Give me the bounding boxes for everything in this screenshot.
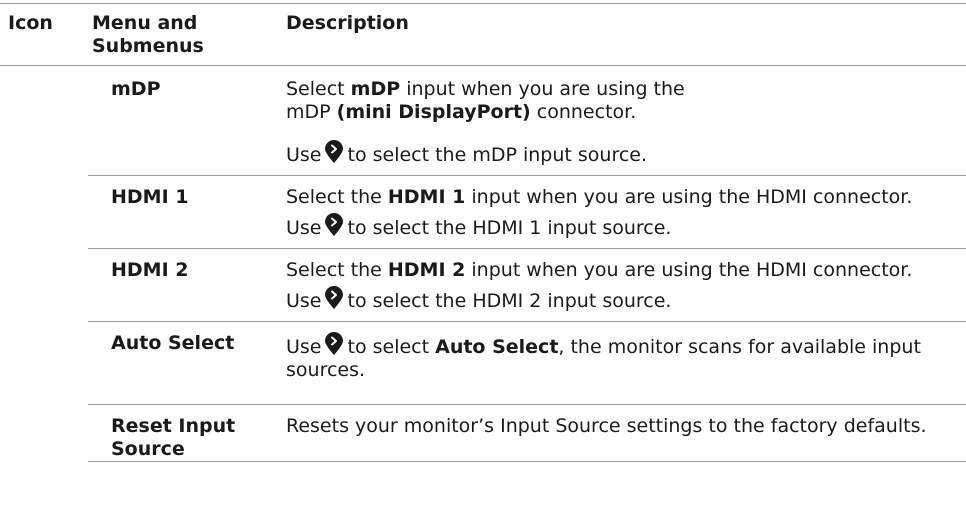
row-reset-input-source: Reset Input Source Resets your monitor’s… — [0, 404, 966, 462]
menu-table: Icon Menu and Submenus Description mDP S… — [0, 4, 966, 462]
submenu-name: HDMI 1 — [88, 175, 281, 249]
submenu-name: Reset Input Source — [88, 404, 281, 462]
submenu-name: HDMI 2 — [88, 248, 281, 322]
description-cell: Select mDP input when you are using the … — [281, 65, 966, 176]
icon-cell — [0, 322, 88, 405]
row-auto-select: Auto Select Use to select Auto Select, th… — [0, 321, 966, 405]
usage-text: Use to select Auto Select, the monitor sc… — [286, 332, 956, 382]
usage-text: Use to select the HDMI 1 input source. — [286, 213, 956, 240]
header-icon: Icon — [0, 4, 88, 66]
header-row: Icon Menu and Submenus Description — [0, 4, 966, 66]
header-menu: Menu and Submenus — [88, 4, 281, 66]
select-button-icon — [324, 213, 343, 236]
description-cell: Use to select Auto Select, the monitor sc… — [281, 321, 966, 405]
submenu-name: Auto Select — [88, 321, 281, 405]
icon-cell — [0, 176, 88, 249]
description-text: Resets your monitor’s Input Source setti… — [286, 415, 927, 437]
row-mdp: mDP Select mDP input when you are using … — [0, 65, 966, 176]
description-cell: Select the HDMI 1 input when you are usi… — [281, 175, 966, 249]
icon-cell — [0, 405, 88, 462]
header-description: Description — [281, 4, 966, 66]
description-cell: Resets your monitor’s Input Source setti… — [281, 404, 966, 462]
icon-cell — [0, 249, 88, 322]
submenu-name: mDP — [88, 65, 281, 176]
select-button-icon — [324, 140, 343, 163]
usage-text: Use to select the HDMI 2 input source. — [286, 286, 956, 313]
select-button-icon — [324, 332, 343, 355]
description-text: Select mDP input when you are using the … — [286, 78, 685, 123]
manual-page: Icon Menu and Submenus Description mDP S… — [0, 0, 966, 513]
description-text: Select the HDMI 1 input when you are usi… — [286, 186, 913, 208]
description-cell: Select the HDMI 2 input when you are usi… — [281, 248, 966, 322]
icon-cell — [0, 66, 88, 176]
description-text: Select the HDMI 2 input when you are usi… — [286, 259, 913, 281]
select-button-icon — [324, 286, 343, 309]
usage-text: Use to select the mDP input source. — [286, 140, 956, 167]
row-hdmi-1: HDMI 1 Select the HDMI 1 input when you … — [0, 175, 966, 249]
row-hdmi-2: HDMI 2 Select the HDMI 2 input when you … — [0, 248, 966, 322]
